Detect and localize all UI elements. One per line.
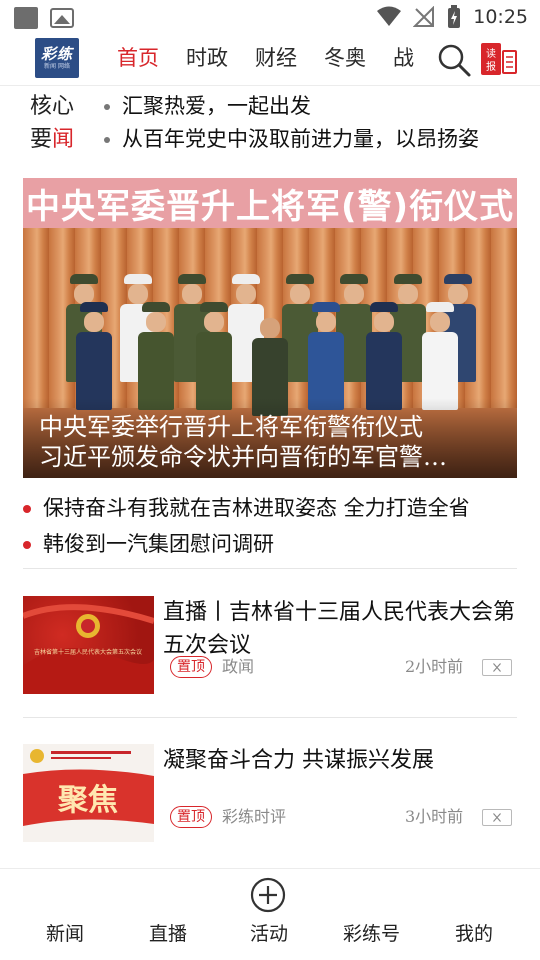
person-figure bbox=[76, 302, 112, 410]
thumb-caption: 吉林省第十三届人民代表大会第五次会议 bbox=[34, 648, 142, 656]
core-news-label: 核心 要闻 bbox=[30, 90, 86, 156]
svg-text:读: 读 bbox=[486, 47, 496, 60]
tab-home[interactable]: 首页 bbox=[117, 42, 159, 76]
nav-mine[interactable]: 我的 bbox=[455, 919, 493, 946]
core-news-item[interactable]: 汇聚热爱，一起出发 bbox=[104, 90, 540, 123]
divider bbox=[23, 717, 517, 718]
tab-partial[interactable]: 战 bbox=[393, 42, 414, 76]
news-thumbnail: 吉林省第十三届人民代表大会第五次会议 bbox=[23, 596, 154, 694]
core-news-text: 汇聚热爱，一起出发 bbox=[122, 94, 311, 118]
core-news-item[interactable]: 从百年党史中汲取前进力量，以昂扬姿 bbox=[104, 123, 540, 156]
core-label-char2: 闻 bbox=[52, 127, 75, 152]
nav-cailian-account[interactable]: 彩练号 bbox=[343, 919, 400, 946]
hero-banner: 中央军委晋升上将军(警)衔仪式 bbox=[23, 178, 517, 228]
person-figure bbox=[196, 302, 232, 410]
close-icon[interactable] bbox=[482, 809, 512, 826]
person-figure bbox=[422, 302, 458, 410]
news-card-meta: 置顶 彩练时评 3小时前 bbox=[170, 806, 517, 830]
divider bbox=[23, 568, 517, 569]
nav-activities[interactable]: 活动 bbox=[250, 919, 288, 946]
headline-list: 保持奋斗有我就在吉林进取姿态 全力打造全省 韩俊到一汽集团慰问调研 bbox=[0, 490, 540, 562]
congress-thumbnail-art: 吉林省第十三届人民代表大会第五次会议 bbox=[23, 604, 154, 694]
notification-icon bbox=[14, 7, 38, 29]
news-card-title: 凝聚奋斗合力 共谋振兴发展 bbox=[163, 748, 434, 773]
person-figure bbox=[308, 302, 344, 410]
news-card-title: 直播丨吉林省十三届人民代表大会第五次会议 bbox=[163, 600, 516, 658]
image-notification-icon bbox=[50, 8, 74, 28]
header-divider bbox=[0, 85, 540, 86]
red-dot-icon bbox=[23, 505, 31, 513]
thumb-focus-text: 聚焦 bbox=[57, 783, 118, 818]
news-card-meta: 置顶 政闻 2小时前 bbox=[170, 656, 517, 680]
news-card[interactable]: 吉林省第十三届人民代表大会第五次会议 直播丨吉林省十三届人民代表大会第五次会议 … bbox=[23, 596, 517, 694]
core-label-char1: 要 bbox=[30, 127, 53, 152]
close-icon[interactable] bbox=[482, 659, 512, 676]
nav-live[interactable]: 直播 bbox=[149, 919, 187, 946]
news-thumbnail: 聚焦 bbox=[23, 744, 154, 842]
news-card[interactable]: 聚焦 凝聚奋斗合力 共谋振兴发展 置顶 彩练时评 3小时前 bbox=[23, 744, 517, 842]
news-source: 彩练时评 bbox=[222, 807, 287, 826]
pinned-badge: 置顶 bbox=[170, 806, 212, 828]
headline-item[interactable]: 保持奋斗有我就在吉林进取姿态 全力打造全省 bbox=[0, 490, 540, 526]
headline-item[interactable]: 韩俊到一汽集团慰问调研 bbox=[0, 526, 540, 562]
signal-icon bbox=[413, 6, 435, 27]
hero-caption-line1: 中央军委举行晋升上将军衔警衔仪式 bbox=[39, 413, 423, 441]
app-logo: 彩练 新闻 网络 bbox=[35, 38, 79, 78]
pinned-badge: 置顶 bbox=[170, 656, 212, 678]
status-time: 10:25 bbox=[473, 6, 528, 28]
top-nav: 彩练 新闻 网络 首页 时政 财经 冬奥 战 读 报 bbox=[0, 36, 540, 86]
hero-carousel[interactable]: 中央军委晋升上将军(警)衔仪式 中央军委举行晋升上将军衔警衔仪式 习近平颁发命令… bbox=[23, 178, 517, 478]
nav-news[interactable]: 新闻 bbox=[46, 919, 84, 946]
add-circle-icon[interactable] bbox=[250, 877, 286, 913]
person-figure bbox=[366, 302, 402, 410]
red-dot-icon bbox=[23, 541, 31, 549]
core-news-text: 从百年党史中汲取前进力量，以昂扬姿 bbox=[122, 127, 479, 151]
core-label-line2: 要闻 bbox=[30, 123, 86, 156]
wifi-icon bbox=[377, 6, 402, 26]
person-figure bbox=[138, 302, 174, 410]
headline-text: 韩俊到一汽集团慰问调研 bbox=[43, 532, 274, 556]
status-bar: 10:25 bbox=[0, 0, 540, 36]
core-news-ticker[interactable]: 核心 要闻 汇聚热爱，一起出发 从百年党史中汲取前进力量，以昂扬姿 bbox=[0, 88, 540, 158]
search-icon[interactable] bbox=[436, 42, 472, 78]
news-time: 3小时前 bbox=[405, 807, 464, 826]
focus-thumbnail-art: 聚焦 bbox=[23, 744, 154, 842]
tab-finance[interactable]: 财经 bbox=[255, 42, 297, 76]
core-label-line1: 核心 bbox=[30, 94, 75, 119]
hero-caption-line2: 习近平颁发命令状并向晋衔的军官警… bbox=[39, 443, 447, 471]
logo-subtext: 新闻 网络 bbox=[44, 63, 70, 70]
logo-text: 彩练 bbox=[40, 45, 73, 63]
channel-tabs: 首页 时政 财经 冬奥 战 bbox=[117, 42, 437, 76]
hero-banner-text: 中央军委晋升上将军(警)衔仪式 bbox=[25, 186, 515, 227]
read-paper-icon[interactable]: 读 报 bbox=[480, 42, 518, 76]
tab-politics[interactable]: 时政 bbox=[186, 42, 228, 76]
bullet-icon bbox=[104, 136, 110, 143]
hero-caption: 中央军委举行晋升上将军衔警衔仪式 习近平颁发命令状并向晋衔的军官警… bbox=[39, 412, 505, 472]
bottom-nav: 新闻 直播 活动 彩练号 我的 bbox=[0, 869, 540, 960]
battery-charging-icon bbox=[448, 5, 461, 28]
news-source: 政闻 bbox=[222, 657, 255, 676]
headline-text: 保持奋斗有我就在吉林进取姿态 全力打造全省 bbox=[43, 496, 470, 520]
tab-winter-olympics[interactable]: 冬奥 bbox=[324, 42, 366, 76]
news-time: 2小时前 bbox=[405, 657, 464, 676]
svg-text:报: 报 bbox=[486, 60, 496, 73]
bullet-icon bbox=[104, 103, 110, 110]
